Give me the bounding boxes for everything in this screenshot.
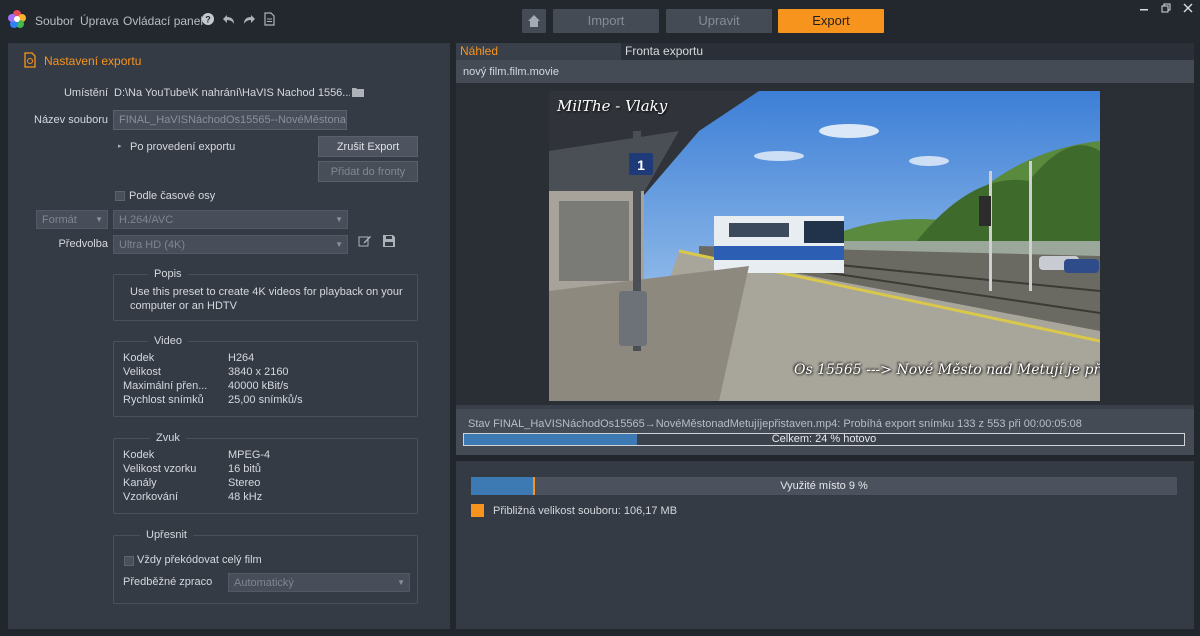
folder-icon[interactable]: [352, 87, 364, 100]
prerender-select[interactable]: Automatický ▼: [228, 573, 410, 592]
file-size-legend-swatch: [471, 504, 484, 517]
refine-box: Upřesnit Vždy překódovat celý film Předb…: [113, 529, 418, 604]
preset-select[interactable]: Ultra HD (4K) ▼: [113, 235, 348, 254]
app-logo-icon: [7, 9, 27, 29]
home-button[interactable]: [522, 9, 546, 33]
audio-codec-value: MPEG-4: [228, 449, 271, 461]
chevron-down-icon: ▼: [335, 215, 343, 224]
chevron-down-icon: ▼: [397, 578, 405, 587]
format-type-select[interactable]: Formát ▼: [36, 210, 108, 229]
import-button[interactable]: Import: [553, 9, 659, 33]
audio-codec-label: Kodek: [123, 449, 155, 461]
video-overlay-caption: Os 15565 ---> Nové Město nad Metují je p…: [794, 362, 1100, 378]
chevron-down-icon: ▼: [335, 240, 343, 249]
disk-usage-label: Využité místo 9 %: [780, 480, 868, 492]
audio-samplesize-value: 16 bitů: [228, 463, 262, 475]
file-size-label: Přibližná velikost souboru: 106,17 MB: [493, 505, 678, 517]
format-select[interactable]: H.264/AVC ▼: [113, 210, 348, 229]
audio-samplerate-value: 48 kHz: [228, 491, 263, 503]
tab-preview[interactable]: Náhled: [456, 43, 621, 60]
video-info-box: Video Kodek H264 Velikost 3840 x 2160 Ma…: [113, 335, 418, 417]
prerender-label: Předběžné zpraco: [123, 576, 213, 588]
minimize-icon[interactable]: [1136, 2, 1152, 16]
panel-title: Nastavení exportu: [44, 54, 142, 68]
restore-icon[interactable]: [1158, 2, 1174, 16]
export-status-text: Stav FINAL_HaVISNáchodOs15565→NovéMěston…: [468, 418, 1082, 430]
preview-area: 1 MilThe - Vlaky Os 15565 ---> Nové Měst…: [456, 83, 1194, 405]
format-value: H.264/AVC: [119, 214, 174, 226]
always-transcode-checkbox[interactable]: [124, 556, 134, 566]
audio-title: Zvuk: [150, 432, 186, 444]
export-status-area: Stav FINAL_HaVISNáchodOs15565→NovéMěston…: [456, 409, 1194, 455]
expand-arrow-icon[interactable]: ▸: [118, 142, 122, 150]
svg-text:?: ?: [205, 15, 211, 25]
location-value: D:\Na YouTube\K nahrání\HaVIS Nachod 155…: [114, 87, 350, 99]
video-codec-label: Kodek: [123, 352, 155, 364]
help-icon[interactable]: ?: [201, 12, 215, 26]
disk-usage-bar: Využité místo 9 %: [471, 477, 1177, 495]
always-transcode-label: Vždy překódovat celý film: [137, 554, 262, 566]
export-mode-button[interactable]: Export: [778, 9, 884, 33]
export-progress-label: Celkem: 24 % hotovo: [771, 433, 877, 445]
redo-icon[interactable]: [242, 12, 256, 26]
home-icon: [527, 15, 541, 31]
video-bitrate-value: 40000 kBit/s: [228, 380, 289, 392]
audio-samplerate-label: Vzorkování: [123, 491, 179, 503]
edit-mode-button[interactable]: Upravit: [666, 9, 772, 33]
preview-video-frame: 1 MilThe - Vlaky Os 15565 ---> Nové Měst…: [549, 91, 1100, 401]
chevron-down-icon: ▼: [95, 215, 103, 224]
audio-info-box: Zvuk Kodek MPEG-4 Velikost vzorku 16 bit…: [113, 432, 418, 514]
audio-samplesize-label: Velikost vzorku: [123, 463, 197, 475]
refine-title: Upřesnit: [140, 529, 193, 541]
export-settings-icon: [23, 52, 37, 71]
tab-export-queue[interactable]: Fronta exportu: [621, 43, 1194, 60]
movie-name-bar: nový film.film.movie: [456, 60, 1194, 83]
audio-channels-value: Stereo: [228, 477, 261, 489]
video-overlay-watermark: MilThe - Vlaky: [557, 97, 668, 115]
filename-label: Název souboru: [34, 114, 108, 126]
video-size-label: Velikost: [123, 366, 161, 378]
movie-name: nový film.film.movie: [463, 66, 559, 78]
video-codec-value: H264: [228, 352, 255, 364]
audio-channels-label: Kanály: [123, 477, 157, 489]
menu-file[interactable]: Soubor: [35, 14, 74, 28]
add-to-queue-button[interactable]: Přidat do fronty: [318, 161, 418, 182]
prerender-value: Automatický: [234, 577, 294, 589]
export-progress-bar: Celkem: 24 % hotovo: [463, 433, 1185, 446]
video-size-value: 3840 x 2160: [228, 366, 289, 378]
video-framerate-label: Rychlost snímků: [123, 394, 204, 406]
timeline-label: Podle časové osy: [129, 190, 216, 202]
timeline-checkbox[interactable]: [115, 191, 125, 201]
video-title: Video: [148, 335, 188, 347]
edit-icon[interactable]: [358, 234, 372, 251]
platform-number: 1: [637, 157, 645, 173]
menu-control-panel[interactable]: Ovládací panel: [123, 14, 203, 28]
export-settings-panel: Nastavení exportu Umístění D:\Na YouTube…: [8, 43, 450, 629]
save-icon[interactable]: [382, 234, 396, 251]
menu-edit[interactable]: Úprava: [80, 14, 119, 28]
video-bitrate-label: Maximální přen...: [123, 380, 208, 392]
after-export-label[interactable]: Po provedení exportu: [130, 141, 235, 153]
preview-panel: Náhled Fronta exportu nový film.film.mov…: [456, 43, 1194, 455]
cancel-export-button[interactable]: Zrušit Export: [318, 136, 418, 157]
format-label: Formát: [42, 214, 77, 226]
disk-usage-panel: Využité místo 9 % Přibližná velikost sou…: [456, 461, 1194, 629]
preset-label: Předvolba: [58, 238, 108, 250]
title-bar: Soubor Úprava Ovládací panel ? Import Up…: [0, 0, 1200, 42]
description-title: Popis: [148, 268, 188, 280]
video-framerate-value: 25,00 snímků/s: [228, 394, 303, 406]
preset-value: Ultra HD (4K): [119, 239, 186, 251]
location-label: Umístění: [63, 87, 108, 99]
filename-input[interactable]: FINAL_HaVISNáchodOs15565--NovéMěstonad: [113, 110, 347, 130]
description-box: Popis Use this preset to create 4K video…: [113, 268, 418, 321]
undo-icon[interactable]: [222, 12, 236, 26]
description-text: Use this preset to create 4K videos for …: [130, 286, 403, 312]
close-icon[interactable]: [1180, 2, 1196, 16]
document-icon[interactable]: [262, 12, 276, 26]
